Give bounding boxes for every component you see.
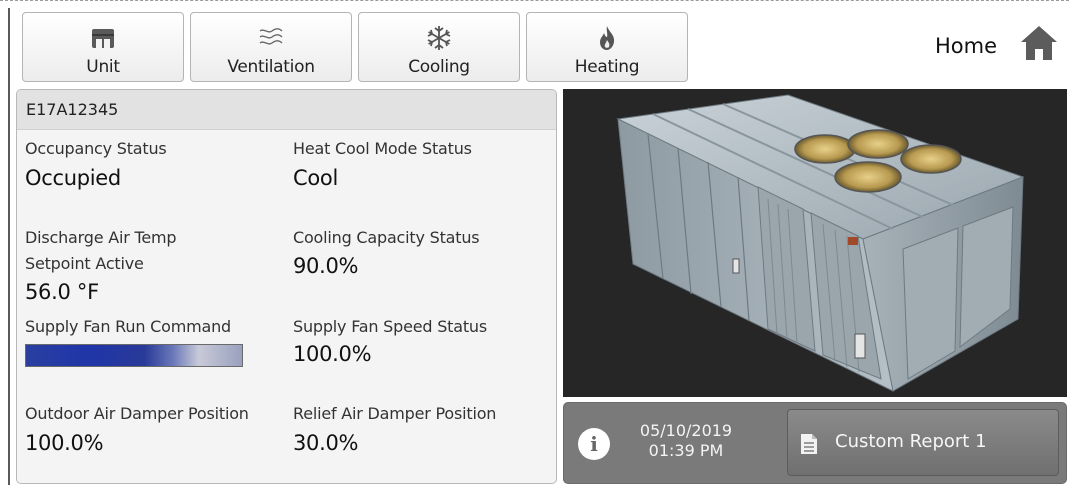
supply-fan-run-fill [26, 345, 242, 366]
relief-air-damper-value: 30.0% [293, 431, 359, 455]
supply-fan-run-indicator [25, 344, 243, 367]
unit-image [563, 89, 1067, 397]
supply-fan-speed-label: Supply Fan Speed Status [293, 317, 488, 336]
datetime-display: 05/10/2019 01:39 PM [636, 421, 736, 461]
nav-heating-button[interactable]: Heating [526, 12, 688, 82]
nav-unit-button[interactable]: Unit [22, 12, 184, 82]
window-left-border [8, 8, 10, 485]
nav-unit-label: Unit [86, 57, 120, 77]
ventilation-icon [257, 21, 285, 55]
heat-cool-mode-label: Heat Cool Mode Status [293, 139, 472, 158]
occupancy-status-value: Occupied [25, 166, 121, 190]
snowflake-icon [425, 21, 453, 55]
discharge-air-temp-value: 56.0 °F [25, 280, 99, 304]
relief-air-damper-label: Relief Air Damper Position [293, 404, 497, 423]
nav-ventilation-button[interactable]: Ventilation [190, 12, 352, 82]
custom-report-button[interactable]: Custom Report 1 [787, 409, 1059, 476]
occupancy-status-label: Occupancy Status [25, 139, 167, 158]
status-panel: E17A12345 Occupancy Status Occupied Heat… [16, 89, 557, 484]
nav-heating-label: Heating [574, 57, 640, 77]
unit-id-header: E17A12345 [17, 90, 556, 130]
flame-icon [597, 21, 617, 55]
supply-fan-run-label: Supply Fan Run Command [25, 317, 231, 336]
nav-ventilation-label: Ventilation [227, 57, 315, 77]
cooling-capacity-label: Cooling Capacity Status [293, 228, 480, 247]
outdoor-air-damper-label: Outdoor Air Damper Position [25, 404, 249, 423]
nav-cooling-label: Cooling [408, 57, 470, 77]
window-top-border [0, 0, 1069, 3]
document-icon [800, 433, 818, 459]
info-button[interactable]: i [578, 428, 610, 460]
info-icon: i [590, 432, 598, 456]
home-label[interactable]: Home [935, 34, 997, 58]
info-bar: i 05/10/2019 01:39 PM Custom Report 1 [563, 402, 1067, 484]
cooling-capacity-value: 90.0% [293, 254, 359, 278]
unit-icon [91, 21, 115, 55]
date-text: 05/10/2019 [639, 421, 733, 440]
custom-report-label: Custom Report 1 [835, 431, 987, 452]
discharge-air-temp-label: Discharge Air Temp [25, 228, 177, 247]
heat-cool-mode-value: Cool [293, 166, 338, 190]
home-icon[interactable] [1019, 24, 1059, 66]
supply-fan-speed-value: 100.0% [293, 342, 372, 366]
time-text: 01:39 PM [648, 441, 724, 460]
outdoor-air-damper-value: 100.0% [25, 431, 104, 455]
discharge-air-temp-label-line2: Setpoint Active [25, 254, 144, 273]
nav-cooling-button[interactable]: Cooling [358, 12, 520, 82]
